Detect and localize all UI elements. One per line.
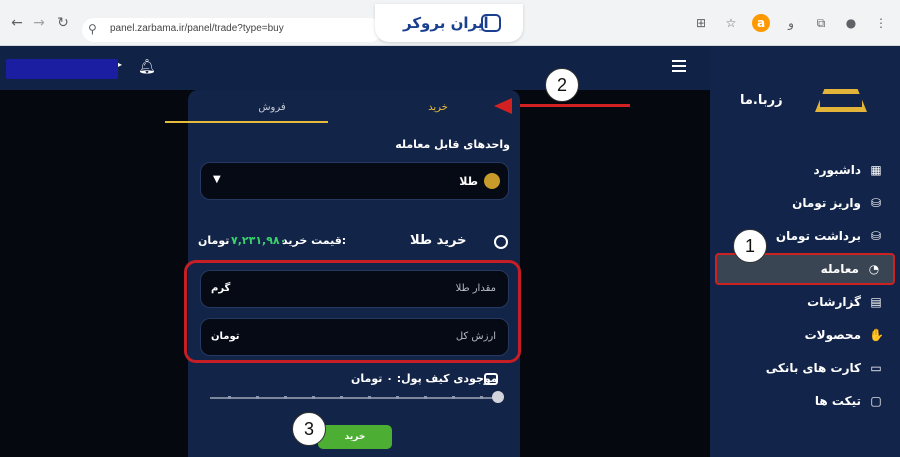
- tab-buy[interactable]: خرید: [378, 102, 498, 122]
- notification-bell-icon[interactable]: 🔔︎: [138, 59, 156, 75]
- hamburger-menu-icon[interactable]: [672, 60, 686, 72]
- tradable-units-label: واحدهای قابل معامله: [395, 138, 510, 151]
- slider-thumb[interactable]: [492, 391, 504, 403]
- sidebar-item-label: واریز تومان: [792, 196, 861, 210]
- sidebar-item-dashboard[interactable]: داشبورد ▦: [715, 154, 895, 186]
- trade-icon: ◔: [868, 262, 880, 276]
- active-tab-indicator: [165, 121, 328, 123]
- sidebar-item-label: معامله: [820, 262, 859, 276]
- user-menu-caret-icon[interactable]: ▸: [118, 60, 122, 69]
- amazon-extension-icon[interactable]: a: [752, 14, 770, 32]
- buy-price-value: ۷,۲۳۱,۹۸۰: [231, 234, 287, 247]
- reports-icon: ▤: [870, 295, 882, 309]
- sidebar-item-label: تیکت ها: [814, 394, 861, 408]
- deposit-icon: ⛁: [870, 196, 882, 210]
- bank-card-icon: ▭: [870, 361, 882, 375]
- url-text: panel.zarbama.ir/panel/trade?type=buy: [110, 23, 284, 34]
- asset-select[interactable]: طلا ▼: [200, 162, 509, 200]
- browser-toolbar-icons: ⊞ ☆ a و ⧉ ● ⋮: [692, 14, 890, 32]
- annotation-arrow: [520, 104, 630, 107]
- slider-tick: [368, 396, 371, 399]
- watermark-logo-icon: [481, 14, 501, 32]
- sidebar-item-label: محصولات: [804, 328, 861, 342]
- selected-asset: طلا: [459, 175, 478, 188]
- buy-button[interactable]: خرید: [318, 425, 392, 449]
- chevron-down-icon[interactable]: ▼: [213, 174, 221, 185]
- sidebar-item-reports[interactable]: گزارشات ▤: [715, 286, 895, 318]
- callout-1: 1: [733, 229, 767, 263]
- extensions-puzzle-icon[interactable]: ⧉: [812, 14, 830, 32]
- slider-tick: [228, 396, 231, 399]
- browser-toolbar: ← → ↻ ⚲ panel.zarbama.ir/panel/trade?typ…: [0, 0, 900, 46]
- buy-price-unit: تومان: [198, 234, 230, 247]
- forward-icon[interactable]: →: [30, 14, 48, 32]
- site-info-icon[interactable]: ⚲: [88, 22, 97, 36]
- slider-tick: [340, 396, 343, 399]
- dashboard-grid-icon: ▦: [870, 163, 882, 177]
- callout-2: 2: [545, 68, 579, 102]
- extension-icon[interactable]: و: [782, 14, 800, 32]
- wallet-balance: موجودی کیف پول: ۰ تومان: [351, 372, 498, 385]
- sidebar-item-bank-cards[interactable]: کارت های بانکی ▭: [715, 352, 895, 384]
- slider-tick: [256, 396, 259, 399]
- slider-tick: [284, 396, 287, 399]
- sidebar-item-products[interactable]: محصولات ✋: [715, 319, 895, 351]
- watermark-text: ایران بروکر: [403, 14, 489, 32]
- trade-icon: [494, 235, 508, 249]
- sidebar-item-label: کارت های بانکی: [765, 361, 861, 375]
- sidebar-item-label: برداشت تومان: [775, 229, 861, 243]
- back-icon[interactable]: ←: [8, 14, 26, 32]
- bookmark-star-icon[interactable]: ☆: [722, 14, 740, 32]
- slider-tick: [396, 396, 399, 399]
- reload-icon[interactable]: ↻: [54, 14, 72, 32]
- tab-sell[interactable]: فروش: [212, 102, 332, 122]
- slider-tick: [424, 396, 427, 399]
- buy-title: خرید طلا: [410, 233, 467, 248]
- app-topbar: ▸ 🔔︎: [0, 46, 710, 90]
- ticket-icon: ▢: [870, 394, 882, 408]
- annotation-arrow-head: [494, 98, 512, 114]
- inputs-highlight-annotation: [184, 260, 521, 363]
- buy-price-label: قیمت خرید:: [282, 234, 347, 247]
- sidebar-item-tickets[interactable]: تیکت ها ▢: [715, 385, 895, 417]
- slider-tick: [452, 396, 455, 399]
- logo-text: زربا.ما: [740, 93, 783, 108]
- iran-broker-watermark: ایران بروکر: [375, 4, 523, 42]
- sidebar-item-label: داشبورد: [813, 163, 861, 177]
- translate-icon[interactable]: ⊞: [692, 14, 710, 32]
- products-icon: ✋: [869, 328, 884, 342]
- slider-tick: [312, 396, 315, 399]
- sidebar-item-deposit[interactable]: واریز تومان ⛁: [715, 187, 895, 219]
- more-icon[interactable]: ⋮: [872, 14, 890, 32]
- profile-icon[interactable]: ●: [842, 14, 860, 32]
- gold-coin-icon: [484, 173, 500, 189]
- slider-tick: [480, 396, 483, 399]
- callout-3: 3: [292, 412, 326, 446]
- withdraw-icon: ⛁: [870, 229, 882, 243]
- address-bar[interactable]: ⚲ panel.zarbama.ir/panel/trade?type=buy: [82, 18, 382, 42]
- user-account-block[interactable]: [6, 59, 118, 79]
- sidebar-item-label: گزارشات: [807, 295, 861, 309]
